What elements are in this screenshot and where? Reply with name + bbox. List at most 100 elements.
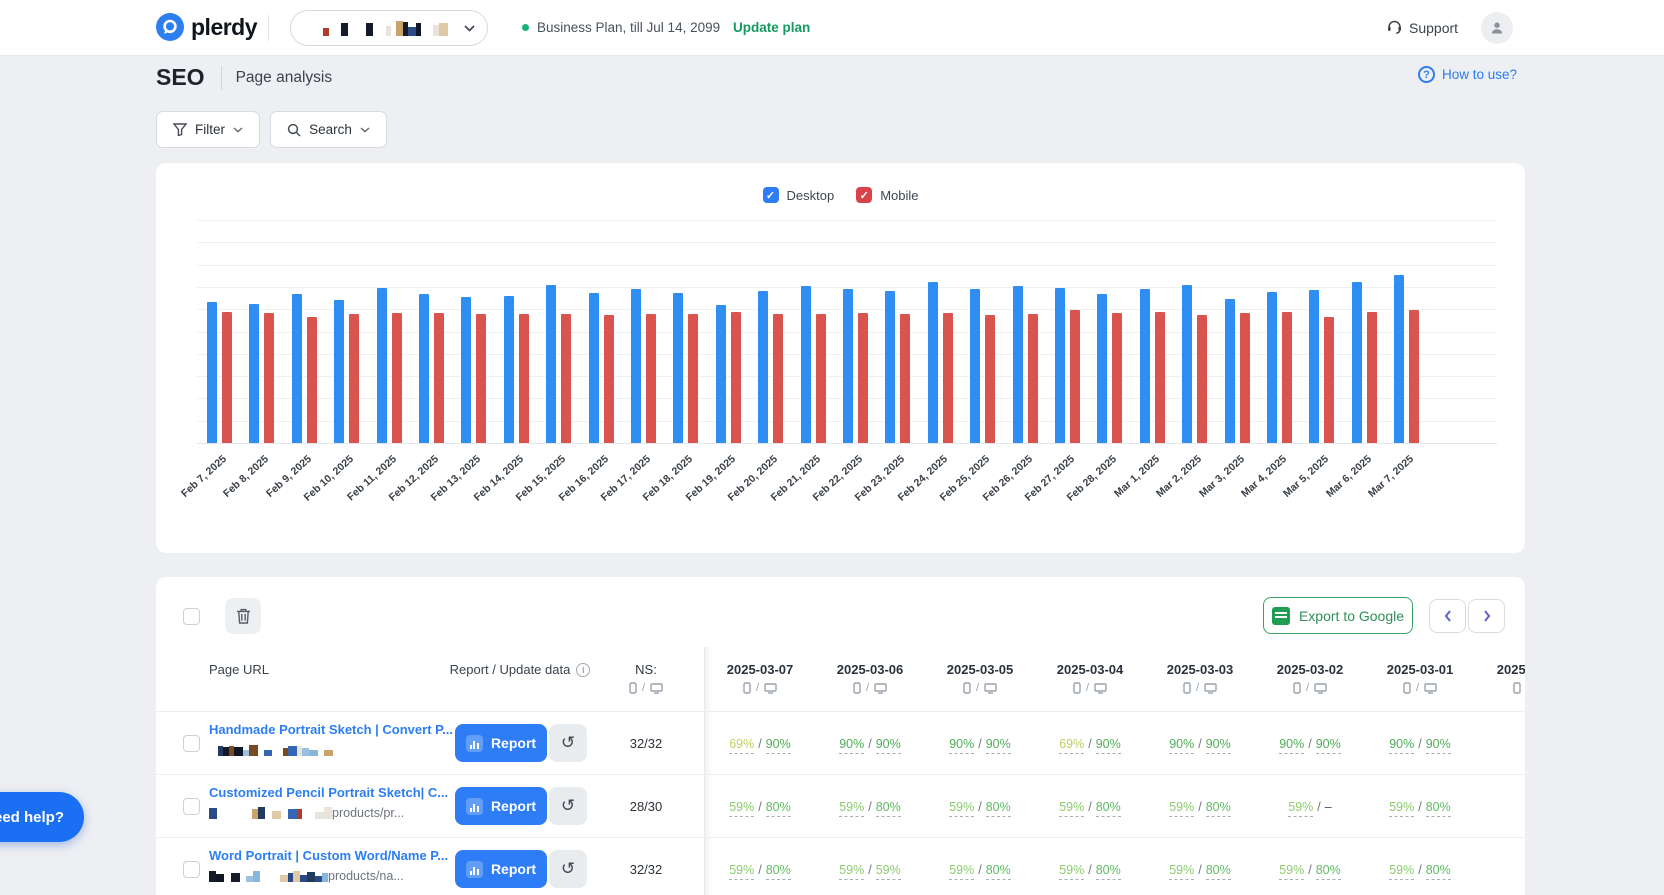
desktop-score-link[interactable]: 80% xyxy=(876,800,901,817)
how-to-use-link[interactable]: ? How to use? xyxy=(1418,66,1517,83)
project-name-redacted xyxy=(307,21,448,36)
desktop-score-link[interactable]: 80% xyxy=(986,800,1011,817)
desktop-score-link[interactable]: 80% xyxy=(1096,863,1121,880)
page-title-link[interactable]: Word Portrait | Custom Word/Name P... xyxy=(209,848,455,863)
legend-desktop-checkbox[interactable]: ✓ Desktop xyxy=(763,187,835,203)
mobile-bar xyxy=(816,314,826,443)
mobile-score-link[interactable]: 59% xyxy=(1059,800,1084,817)
mobile-score-link[interactable]: 59% xyxy=(839,800,864,817)
desktop-score-link[interactable]: 80% xyxy=(766,863,791,880)
mobile-score-link[interactable]: 90% xyxy=(949,737,974,754)
mobile-score-link[interactable]: 90% xyxy=(839,737,864,754)
delete-button[interactable] xyxy=(225,598,261,634)
mobile-score-link[interactable]: 90% xyxy=(1169,737,1194,754)
mobile-bar xyxy=(434,313,444,443)
desktop-score-link[interactable]: 80% xyxy=(1426,800,1451,817)
mobile-score-link[interactable]: 59% xyxy=(1059,863,1084,880)
mobile-score-link[interactable]: 59% xyxy=(1169,863,1194,880)
mobile-bar xyxy=(604,315,614,443)
support-label: Support xyxy=(1409,20,1458,36)
page-url-redacted xyxy=(209,807,332,819)
mobile-bar xyxy=(646,314,656,443)
pagination-prev-button[interactable] xyxy=(1429,599,1466,633)
refresh-button[interactable]: ↺ xyxy=(549,850,587,888)
desktop-score-link[interactable]: 90% xyxy=(1206,737,1231,754)
date-label: 2025-03-01 xyxy=(1365,662,1475,677)
filter-funnel-icon xyxy=(173,123,187,136)
mobile-score-link[interactable]: 59% xyxy=(839,863,864,880)
mobile-score-link[interactable]: 90% xyxy=(1279,737,1304,754)
legend-mobile-checkbox[interactable]: ✓ Mobile xyxy=(856,187,918,203)
desktop-score-link[interactable]: 80% xyxy=(1206,800,1231,817)
date-column-header: 2025-03-04/ xyxy=(1035,662,1145,694)
desktop-bar xyxy=(928,282,938,443)
page-url-redacted xyxy=(209,744,341,756)
mobile-score-link[interactable]: 59% xyxy=(949,863,974,880)
metric-cells: 59%/80%59%/59%59%/80%59%/80%59%/80%59%/8… xyxy=(705,838,1475,895)
page-title-link[interactable]: Handmade Portrait Sketch | Convert P... xyxy=(209,722,455,737)
desktop-score-link[interactable]: 80% xyxy=(986,863,1011,880)
date-column-header: 2025-03-01/ xyxy=(1365,662,1475,694)
row-checkbox[interactable] xyxy=(183,798,200,815)
mobile-score-link[interactable]: 59% xyxy=(1389,800,1414,817)
help-chat-bubble[interactable]: Need help? xyxy=(0,792,84,842)
metric-pair: 59%/80% xyxy=(1145,800,1255,814)
user-avatar[interactable] xyxy=(1481,12,1513,44)
metric-pair: 59%/80% xyxy=(1365,800,1475,814)
desktop-score-link[interactable]: 90% xyxy=(1426,737,1451,754)
page-title-link[interactable]: Customized Pencil Portrait Sketch| C... xyxy=(209,785,455,800)
row-checkbox[interactable] xyxy=(183,735,200,752)
desktop-score-link[interactable]: 80% xyxy=(1096,800,1121,817)
project-selector-dropdown[interactable] xyxy=(290,10,488,46)
mobile-score-link[interactable]: 59% xyxy=(1169,800,1194,817)
desktop-score-link[interactable]: 90% xyxy=(1316,737,1341,754)
page-title-row: SEO Page analysis xyxy=(156,64,332,91)
desktop-bar xyxy=(1267,292,1277,443)
date-column-header: 2025-02-28/ xyxy=(1475,662,1525,694)
desktop-score-link[interactable]: 90% xyxy=(986,737,1011,754)
update-plan-link[interactable]: Update plan xyxy=(733,20,810,35)
desktop-score-link[interactable]: 90% xyxy=(1096,737,1121,754)
refresh-button[interactable]: ↺ xyxy=(549,724,587,762)
report-button[interactable]: Report xyxy=(455,850,547,888)
metric-pair: 90%/90% xyxy=(1255,737,1365,751)
row-checkbox[interactable] xyxy=(183,861,200,878)
desktop-score-link[interactable]: 80% xyxy=(1426,863,1451,880)
plerdy-logo[interactable]: plerdy xyxy=(156,13,257,41)
desktop-score-link[interactable]: 80% xyxy=(766,800,791,817)
desktop-score-link[interactable]: 90% xyxy=(766,737,791,754)
desktop-score-link[interactable]: 59% xyxy=(876,863,901,880)
mobile-score-link[interactable]: 59% xyxy=(1279,863,1304,880)
mobile-score-link[interactable]: 59% xyxy=(949,800,974,817)
date-column-header: 2025-03-05/ xyxy=(925,662,1035,694)
search-button[interactable]: Search xyxy=(270,111,387,148)
mobile-score-link[interactable]: 59% xyxy=(729,863,754,880)
mobile-score-link[interactable]: 90% xyxy=(1389,737,1414,754)
report-button[interactable]: Report xyxy=(455,724,547,762)
support-button[interactable]: Support xyxy=(1386,18,1458,38)
report-button[interactable]: Report xyxy=(455,787,547,825)
mobile-score-link[interactable]: 59% xyxy=(1288,800,1313,817)
export-to-google-button[interactable]: Export to Google xyxy=(1263,597,1413,634)
desktop-score-link[interactable]: 90% xyxy=(876,737,901,754)
desktop-checkbox-icon: ✓ xyxy=(763,187,779,203)
mobile-score-link[interactable]: 59% xyxy=(729,800,754,817)
desktop-score-link[interactable]: 80% xyxy=(1316,863,1341,880)
report-column-header: Report / Update data i xyxy=(445,662,595,677)
bar-chart-icon xyxy=(466,735,483,752)
mobile-score-link[interactable]: 59% xyxy=(1389,863,1414,880)
table-rows: Handmade Portrait Sketch | Convert P...R… xyxy=(156,711,1525,895)
mobile-bar xyxy=(264,313,274,443)
pagination-next-button[interactable] xyxy=(1468,599,1505,633)
desktop-bar xyxy=(631,289,641,443)
mobile-score-link[interactable]: 69% xyxy=(1059,737,1084,754)
metric-pair: 59%/80% xyxy=(705,863,815,877)
select-all-checkbox[interactable] xyxy=(183,608,200,625)
desktop-icon xyxy=(1314,683,1327,694)
mobile-bar xyxy=(900,314,910,443)
desktop-score-link[interactable]: 80% xyxy=(1206,863,1231,880)
refresh-button[interactable]: ↺ xyxy=(549,787,587,825)
metric-pair: 59%/80% xyxy=(1035,863,1145,877)
filter-button[interactable]: Filter xyxy=(156,111,260,148)
mobile-score-link[interactable]: 69% xyxy=(729,737,754,754)
